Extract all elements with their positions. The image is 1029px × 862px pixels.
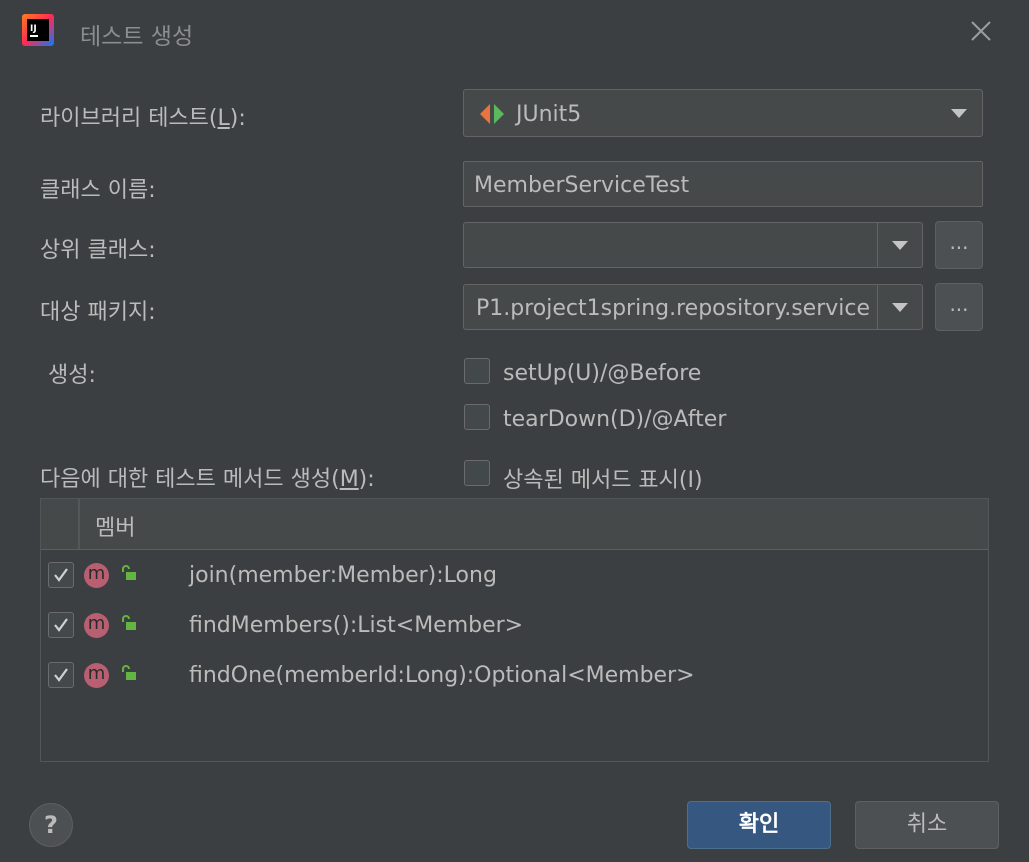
header-divider xyxy=(78,499,80,549)
members-table: 멤버 m join(member:Member):Long m findMemb… xyxy=(40,498,989,762)
superclass-label: 상위 클래스: xyxy=(40,238,156,263)
class-name-input[interactable]: MemberServiceTest xyxy=(463,161,983,207)
row-checkbox[interactable] xyxy=(48,562,74,588)
method-icon: m xyxy=(84,563,109,588)
package-select[interactable]: P1.project1spring.repository.service xyxy=(463,284,923,330)
method-icon: m xyxy=(84,663,109,688)
class-name-label: 클래스 이름: xyxy=(40,178,156,203)
junit-icon xyxy=(480,104,504,128)
column-header-member[interactable]: 멤버 xyxy=(95,510,135,542)
intellij-logo-icon: IJ xyxy=(22,14,54,46)
close-icon xyxy=(971,21,991,41)
library-label: 라이브러리 테스트(L): xyxy=(40,106,246,131)
table-row[interactable]: m findMembers():List<Member> xyxy=(41,600,988,650)
table-row[interactable]: m findOne(memberId:Long):Optional<Member… xyxy=(41,650,988,700)
class-name-value: MemberServiceTest xyxy=(474,173,690,198)
lock-open-icon xyxy=(119,664,137,686)
package-value: P1.project1spring.repository.service xyxy=(476,296,871,321)
generate-label: 생성: xyxy=(48,363,96,388)
table-header: 멤버 xyxy=(41,499,988,550)
library-value: JUnit5 xyxy=(516,102,582,127)
method-signature: join(member:Member):Long xyxy=(189,563,497,588)
checkmark-icon xyxy=(54,568,68,582)
logo-text: IJ xyxy=(30,24,37,34)
row-checkbox[interactable] xyxy=(48,662,74,688)
help-button[interactable]: ? xyxy=(29,803,73,847)
checkmark-icon xyxy=(54,618,68,632)
lock-open-icon xyxy=(119,614,137,636)
cancel-button[interactable]: 취소 xyxy=(855,801,999,849)
method-signature: findMembers():List<Member> xyxy=(189,613,524,638)
create-test-dialog: IJ 테스트 생성 라이브러리 테스트(L): JUnit5 클래스 이름: M… xyxy=(0,0,1029,862)
show-inherited-checkbox[interactable] xyxy=(464,460,490,486)
library-select[interactable]: JUnit5 xyxy=(463,89,983,137)
row-checkbox[interactable] xyxy=(48,612,74,638)
package-browse-button[interactable]: ... xyxy=(935,283,983,331)
teardown-checkbox-label: tearDown(D)/@After xyxy=(503,407,727,432)
checkmark-icon xyxy=(54,668,68,682)
setup-checkbox[interactable] xyxy=(464,358,490,384)
chevron-down-icon xyxy=(892,303,908,312)
setup-checkbox-label: setUp(U)/@Before xyxy=(503,361,702,386)
ok-button[interactable]: 확인 xyxy=(687,801,831,849)
table-row[interactable]: m join(member:Member):Long xyxy=(41,550,988,600)
chevron-down-icon xyxy=(951,109,967,118)
method-icon: m xyxy=(84,613,109,638)
method-signature: findOne(memberId:Long):Optional<Member> xyxy=(189,663,695,688)
methods-label: 다음에 대한 테스트 메서드 생성(M): xyxy=(40,467,375,492)
title-bar: IJ 테스트 생성 xyxy=(0,0,1029,64)
superclass-select[interactable] xyxy=(463,222,923,268)
show-inherited-label: 상속된 메서드 표시(I) xyxy=(503,468,703,493)
package-label: 대상 패키지: xyxy=(40,300,156,325)
teardown-checkbox[interactable] xyxy=(464,404,490,430)
dialog-title: 테스트 생성 xyxy=(80,24,194,50)
lock-open-icon xyxy=(119,564,137,586)
superclass-browse-button[interactable]: ... xyxy=(935,221,983,269)
close-button[interactable] xyxy=(964,14,998,48)
chevron-down-icon xyxy=(892,241,908,250)
